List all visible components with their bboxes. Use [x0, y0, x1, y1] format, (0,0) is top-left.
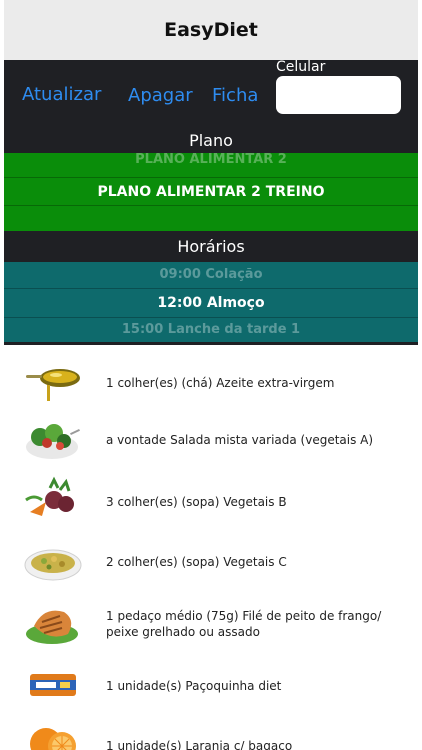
- apagar-button[interactable]: Apagar: [128, 85, 193, 106]
- grilled-chicken-icon: [26, 610, 78, 644]
- plano-option[interactable]: PLANO ALIMENTAR 2: [4, 153, 418, 167]
- plano-picker[interactable]: PLANO ALIMENTAR 2 PLANO ALIMENTAR 2 TREI…: [4, 153, 418, 231]
- food-item-label: 1 pedaço médio (75g) Filé de peito de fr…: [106, 609, 382, 639]
- app-title: EasyDiet: [164, 19, 258, 41]
- picker-divider: [4, 177, 418, 178]
- navigation-bar: EasyDiet: [4, 0, 418, 60]
- horario-option[interactable]: 09:00 Colação: [4, 267, 418, 282]
- salad-icon: [26, 424, 80, 459]
- celular-label: Celular: [276, 59, 326, 75]
- food-item[interactable]: 2 colher(es) (sopa) Vegetais C: [4, 532, 418, 592]
- plano-selected-option[interactable]: PLANO ALIMENTAR 2 TREINO: [4, 184, 418, 200]
- vegetables-icon: [25, 476, 74, 516]
- food-item[interactable]: 3 colher(es) (sopa) Vegetais B: [4, 472, 418, 532]
- food-item[interactable]: a vontade Salada mista variada (vegetais…: [4, 410, 418, 470]
- food-item[interactable]: 1 pedaço médio (75g) Filé de peito de fr…: [4, 596, 418, 656]
- food-item-label: a vontade Salada mista variada (vegetais…: [106, 433, 374, 447]
- atualizar-button[interactable]: Atualizar: [22, 84, 101, 105]
- app-screen: EasyDiet Atualizar Apagar Ficha Celular …: [4, 0, 418, 750]
- food-item-label: 1 colher(es) (chá) Azeite extra-virgem: [106, 376, 335, 390]
- food-item-label: 1 unidade(s) Paçoquinha diet: [106, 679, 282, 693]
- horario-selected-option[interactable]: 12:00 Almoço: [4, 295, 418, 311]
- horarios-picker[interactable]: 09:00 Colação 12:00 Almoço 15:00 Lanche …: [4, 262, 418, 342]
- food-item-list: 1 colher(es) (chá) Azeite extra-virgem a…: [4, 346, 418, 750]
- picker-divider: [4, 205, 418, 206]
- food-item[interactable]: 1 unidade(s) Paçoquinha diet: [4, 656, 418, 716]
- orange-icon: [30, 728, 76, 750]
- food-item[interactable]: 1 unidade(s) Laranja c/ bagaço: [4, 716, 418, 750]
- horarios-label: Horários: [177, 237, 245, 256]
- food-item-label: 3 colher(es) (sopa) Vegetais B: [106, 495, 287, 509]
- celular-input[interactable]: [276, 76, 401, 114]
- plano-label: Plano: [189, 131, 233, 150]
- olive-oil-spoon-icon: [26, 369, 80, 401]
- picker-divider: [4, 288, 418, 289]
- pacoquinha-icon: [30, 674, 76, 696]
- ficha-button[interactable]: Ficha: [212, 85, 258, 106]
- food-item-label: 1 unidade(s) Laranja c/ bagaço: [106, 739, 293, 750]
- horario-option[interactable]: 15:00 Lanche da tarde 1: [4, 322, 418, 337]
- food-item[interactable]: 1 colher(es) (chá) Azeite extra-virgem: [4, 353, 418, 413]
- cooked-vegetables-icon: [24, 549, 82, 581]
- picker-divider: [4, 317, 418, 318]
- food-item-label: 2 colher(es) (sopa) Vegetais C: [106, 555, 287, 569]
